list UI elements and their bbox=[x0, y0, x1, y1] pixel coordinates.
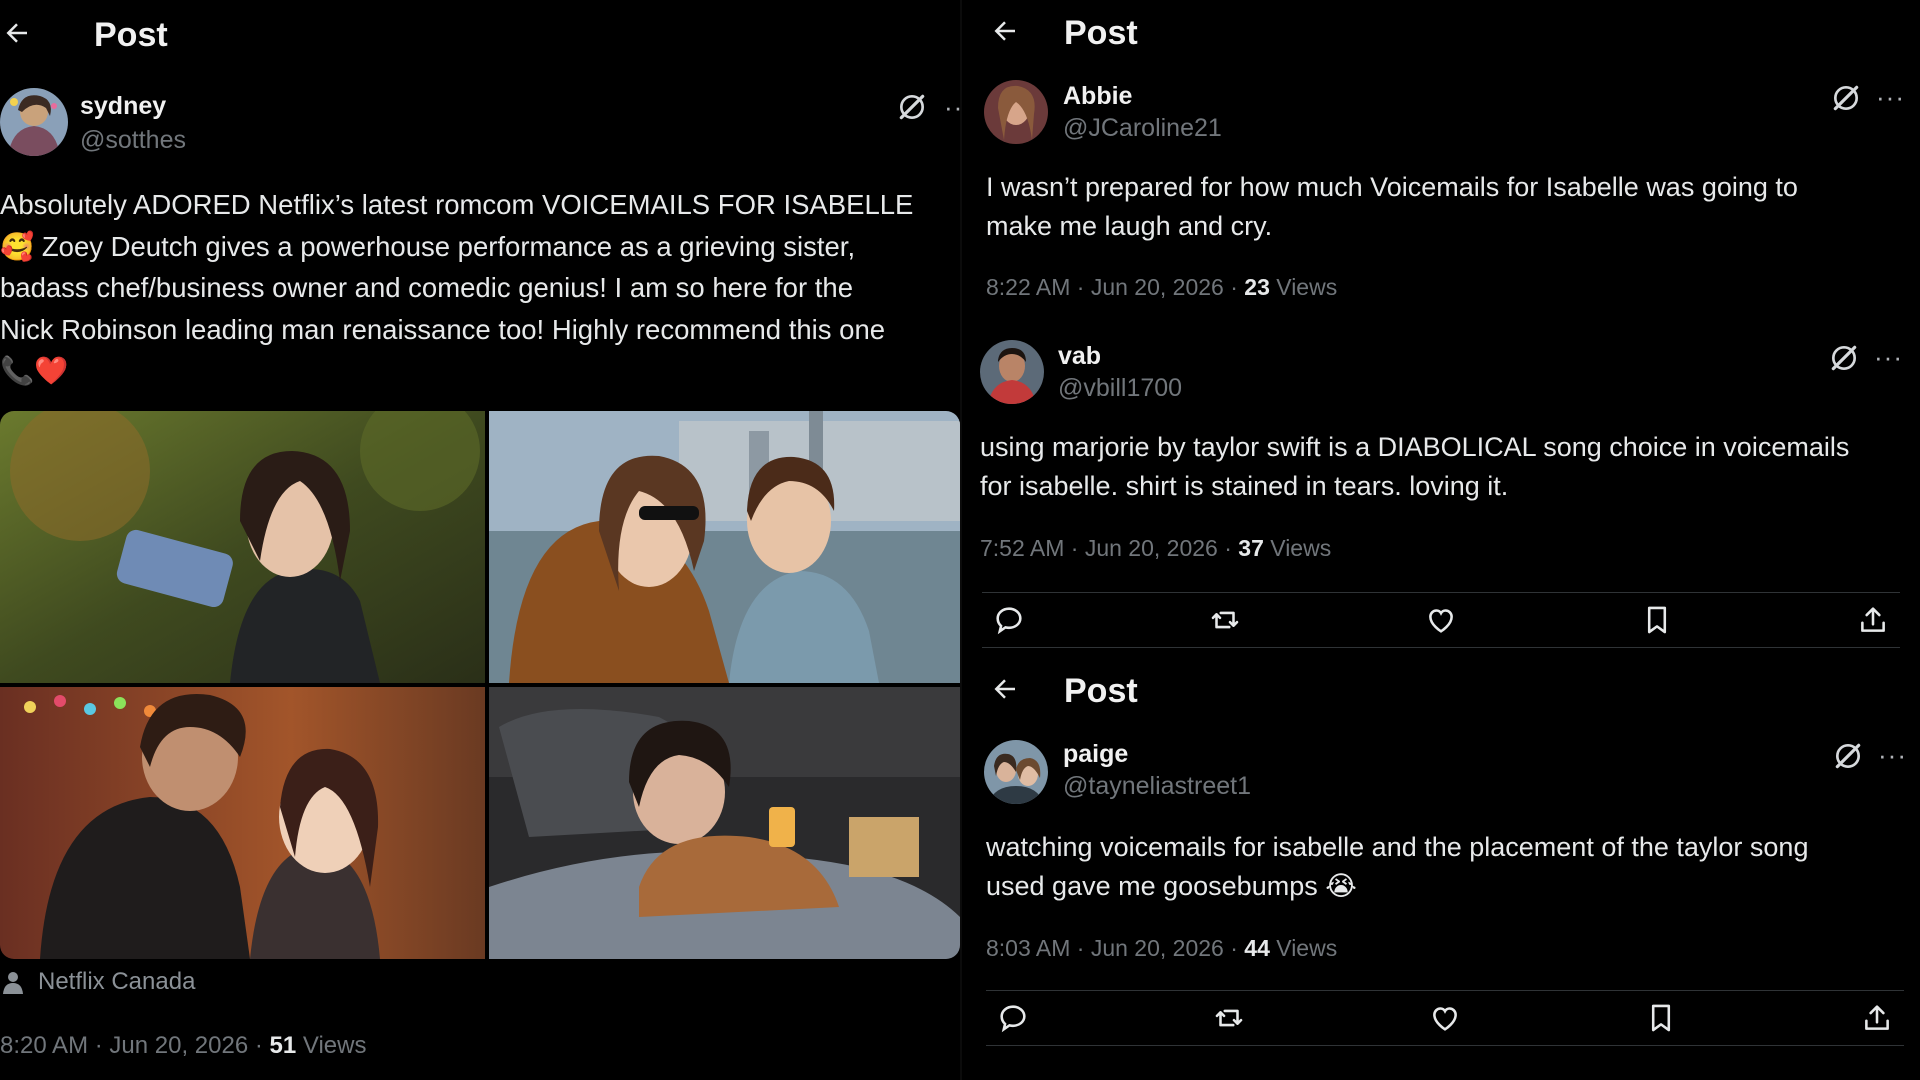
views-label: Views bbox=[296, 1032, 367, 1059]
views-count: 37 bbox=[1238, 535, 1264, 561]
views-label: Views bbox=[1263, 535, 1332, 561]
grok-icon[interactable] bbox=[896, 91, 928, 128]
more-icon[interactable]: ··· bbox=[1874, 342, 1903, 373]
post-text: Absolutely ADORED Netflix’s latest romco… bbox=[0, 184, 913, 392]
reply-timestamp[interactable]: 8:22 AM · Jun 20, 2026 · bbox=[986, 274, 1244, 300]
media-photo[interactable] bbox=[0, 411, 485, 683]
post-metadata: 8:03 AM · Jun 20, 2026 · 44 Views bbox=[986, 935, 1337, 962]
media-source-label[interactable]: Netflix Canada bbox=[38, 968, 195, 996]
author-name[interactable]: vab bbox=[1058, 342, 1101, 371]
bookmark-icon[interactable] bbox=[1644, 1001, 1678, 1035]
action-bar bbox=[986, 990, 1904, 1046]
share-icon[interactable] bbox=[1860, 1001, 1894, 1035]
views-label: Views bbox=[1269, 935, 1338, 961]
page-title: Post bbox=[1064, 14, 1138, 52]
media-photo[interactable] bbox=[489, 411, 960, 683]
views-label: Views bbox=[1269, 274, 1338, 300]
post-text-line: badass chef/business owner and comedic g… bbox=[0, 272, 853, 303]
author-handle[interactable]: @vbill1700 bbox=[1058, 374, 1182, 403]
author-handle[interactable]: @tayneliastreet1 bbox=[1063, 772, 1251, 801]
back-arrow-icon[interactable] bbox=[990, 16, 1020, 52]
post-metadata: 8:20 AM · Jun 20, 2026 · 51 Views bbox=[0, 1032, 366, 1060]
reply-metadata: 7:52 AM · Jun 20, 2026 · 37 Views bbox=[980, 535, 1331, 562]
reply-text-line: using marjorie by taylor swift is a DIAB… bbox=[980, 432, 1850, 462]
author-handle[interactable]: @JCaroline21 bbox=[1063, 114, 1222, 143]
post-timestamp[interactable]: 8:20 AM · Jun 20, 2026 · bbox=[0, 1032, 270, 1059]
bookmark-icon[interactable] bbox=[1640, 603, 1674, 637]
author-name[interactable]: paige bbox=[1063, 740, 1128, 769]
media-source: Netflix Canada bbox=[2, 968, 195, 996]
post-text: watching voicemails for isabelle and the… bbox=[986, 828, 1808, 906]
views-count: 51 bbox=[269, 1032, 297, 1059]
reply-icon[interactable] bbox=[996, 1001, 1030, 1035]
views-count: 23 bbox=[1244, 274, 1270, 300]
post-header: Post bbox=[990, 672, 1138, 711]
page-title: Post bbox=[94, 16, 168, 54]
main-post-panel: Post sydney @sotthes ··· Absolutely ADOR… bbox=[0, 0, 962, 1080]
post-media-grid bbox=[0, 411, 960, 959]
avatar[interactable] bbox=[984, 740, 1048, 804]
post-text-line: watching voicemails for isabelle and the… bbox=[986, 832, 1809, 862]
grok-icon[interactable] bbox=[1828, 342, 1860, 379]
post-timestamp[interactable]: 8:03 AM · Jun 20, 2026 · bbox=[986, 935, 1244, 961]
reply-text-line: for isabelle. shirt is stained in tears.… bbox=[980, 471, 1509, 501]
reply-text: I wasn’t prepared for how much Voicemail… bbox=[986, 168, 1798, 246]
repost-icon[interactable] bbox=[1208, 603, 1242, 637]
person-icon bbox=[3, 972, 23, 994]
avatar[interactable] bbox=[980, 340, 1044, 404]
post-text-line: Absolutely ADORED Netflix’s latest romco… bbox=[0, 189, 914, 220]
post-header: Post bbox=[990, 14, 1138, 53]
post-text-line: 📞❤️ bbox=[0, 355, 69, 386]
reply-icon[interactable] bbox=[992, 603, 1026, 637]
post-header: Post bbox=[2, 16, 168, 55]
action-bar bbox=[982, 592, 1900, 648]
post-text-line: used gave me goosebumps 😭 bbox=[986, 871, 1357, 901]
share-icon[interactable] bbox=[1856, 603, 1890, 637]
post-text-line: 🥰 Zoey Deutch gives a powerhouse perform… bbox=[0, 230, 856, 262]
author-name[interactable]: Abbie bbox=[1063, 82, 1132, 111]
screenshot-canvas: Post sydney @sotthes ··· Absolutely ADOR… bbox=[0, 0, 1920, 1080]
reply-timestamp[interactable]: 7:52 AM · Jun 20, 2026 · bbox=[980, 535, 1238, 561]
more-icon[interactable]: ··· bbox=[1876, 82, 1905, 113]
author-name[interactable]: sydney bbox=[80, 92, 166, 121]
avatar[interactable] bbox=[984, 80, 1048, 144]
back-arrow-icon[interactable] bbox=[2, 18, 32, 54]
back-arrow-icon[interactable] bbox=[990, 674, 1020, 710]
reply-text-line: I wasn’t prepared for how much Voicemail… bbox=[986, 172, 1798, 202]
bottom-post-panel: Post paige @tayneliastreet1 ··· watching… bbox=[962, 652, 1920, 1080]
grok-icon[interactable] bbox=[1830, 82, 1862, 119]
page-title: Post bbox=[1064, 672, 1138, 710]
grok-icon[interactable] bbox=[1832, 740, 1864, 777]
replies-panel: Post Abbie @JCaroline21 ··· I wasn’t pre… bbox=[962, 0, 1920, 648]
avatar[interactable] bbox=[0, 88, 68, 156]
repost-icon[interactable] bbox=[1212, 1001, 1246, 1035]
reply-text: using marjorie by taylor swift is a DIAB… bbox=[980, 428, 1849, 506]
post-text-line: Nick Robinson leading man renaissance to… bbox=[0, 313, 886, 345]
heart-icon[interactable] bbox=[1424, 603, 1458, 637]
reply-metadata: 8:22 AM · Jun 20, 2026 · 23 Views bbox=[986, 274, 1337, 301]
reply-text-line: make me laugh and cry. bbox=[986, 211, 1273, 241]
media-photo[interactable] bbox=[489, 687, 960, 959]
media-photo[interactable] bbox=[0, 687, 485, 959]
heart-icon[interactable] bbox=[1428, 1001, 1462, 1035]
author-handle[interactable]: @sotthes bbox=[80, 126, 186, 155]
more-icon[interactable]: ··· bbox=[1878, 740, 1907, 771]
views-count: 44 bbox=[1244, 935, 1270, 961]
